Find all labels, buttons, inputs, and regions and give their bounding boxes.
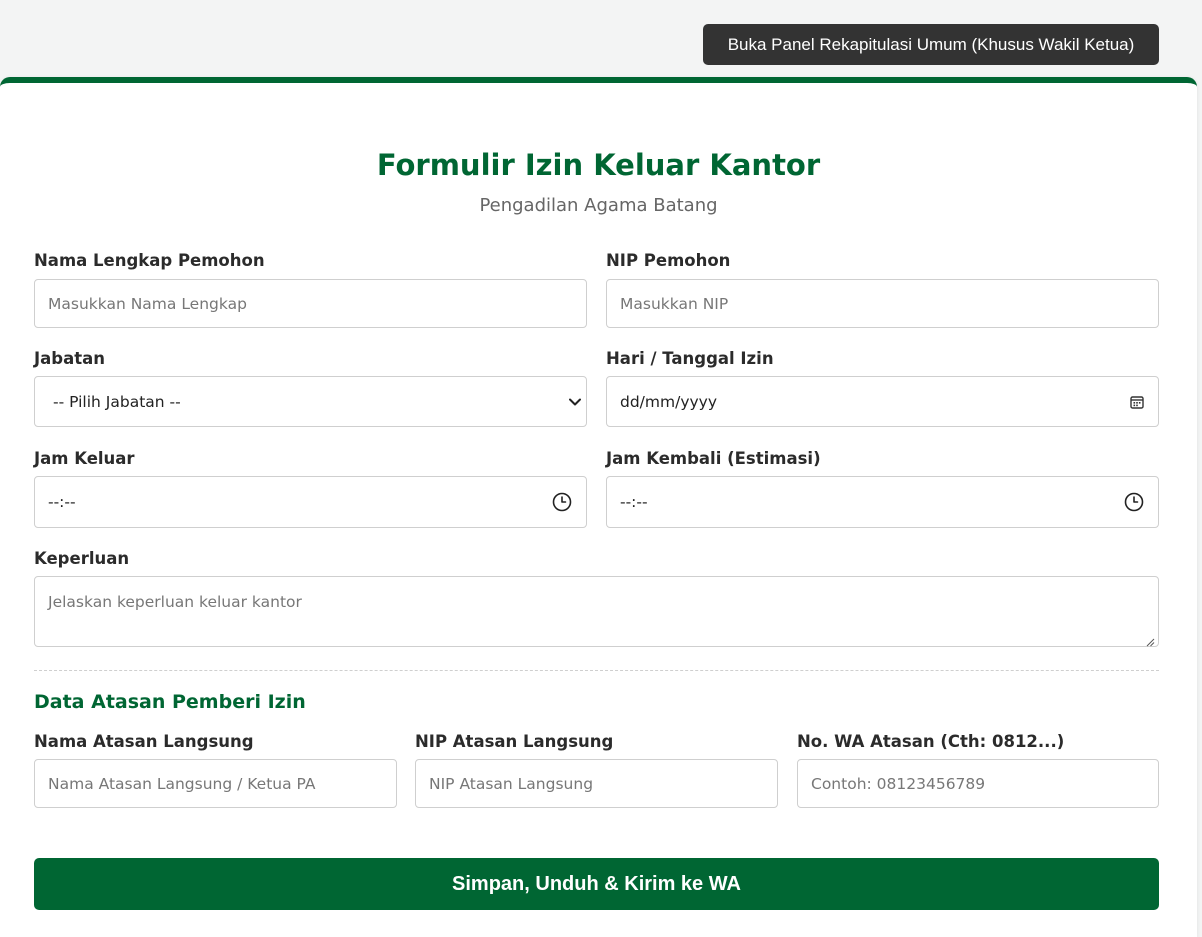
atasan-wa-label: No. WA Atasan (Cth: 0812...) [797,732,1065,751]
keperluan-placeholder: Jelaskan keperluan keluar kantor [48,593,302,611]
atasan-wa-input[interactable]: Contoh: 08123456789 [797,759,1159,808]
jabatan-label: Jabatan [34,349,105,368]
atasan-section-title: Data Atasan Pemberi Izin [34,691,306,713]
form-card: Formulir Izin Keluar Kantor Pengadilan A… [0,77,1197,937]
atasan-wa-placeholder: Contoh: 08123456789 [811,774,986,793]
clock-icon[interactable] [552,492,572,512]
nip-input[interactable]: Masukkan NIP [606,279,1159,328]
jam-keluar-input[interactable]: --:-- [34,476,587,528]
tanggal-label: Hari / Tanggal Izin [606,349,774,368]
atasan-nama-input[interactable]: Nama Atasan Langsung / Ketua PA [34,759,397,808]
jabatan-selected: -- Pilih Jabatan -- [53,392,181,411]
jam-kembali-label: Jam Kembali (Estimasi) [606,449,821,468]
resize-handle-icon[interactable] [1145,633,1155,647]
section-divider [34,670,1159,671]
tanggal-input[interactable]: dd/mm/yyyy [606,376,1159,427]
clock-icon[interactable] [1124,492,1144,512]
form-subtitle: Pengadilan Agama Batang [479,195,718,216]
atasan-nama-placeholder: Nama Atasan Langsung / Ketua PA [48,774,316,793]
atasan-nip-label: NIP Atasan Langsung [415,732,614,751]
nama-placeholder: Masukkan Nama Lengkap [48,294,247,313]
calendar-icon[interactable] [1130,395,1144,409]
atasan-nip-input[interactable]: NIP Atasan Langsung [415,759,778,808]
nama-input[interactable]: Masukkan Nama Lengkap [34,279,587,328]
form-title: Formulir Izin Keluar Kantor [376,148,821,182]
nip-label: NIP Pemohon [606,251,731,270]
nip-placeholder: Masukkan NIP [620,294,729,313]
rekap-panel-button[interactable]: Buka Panel Rekapitulasi Umum (Khusus Wak… [703,24,1159,65]
jam-keluar-value: --:-- [48,493,76,511]
jam-keluar-label: Jam Keluar [34,449,135,468]
keperluan-textarea[interactable]: Jelaskan keperluan keluar kantor [34,576,1159,647]
atasan-nip-placeholder: NIP Atasan Langsung [429,774,594,793]
tanggal-value: dd/mm/yyyy [620,392,718,411]
atasan-nama-label: Nama Atasan Langsung [34,732,254,751]
jam-kembali-value: --:-- [620,493,648,511]
chevron-down-icon [569,398,581,406]
submit-button[interactable]: Simpan, Unduh & Kirim ke WA [34,858,1159,910]
keperluan-label: Keperluan [34,549,130,568]
jabatan-select[interactable]: -- Pilih Jabatan -- [34,376,587,427]
jam-kembali-input[interactable]: --:-- [606,476,1159,528]
nama-label: Nama Lengkap Pemohon [34,251,265,270]
